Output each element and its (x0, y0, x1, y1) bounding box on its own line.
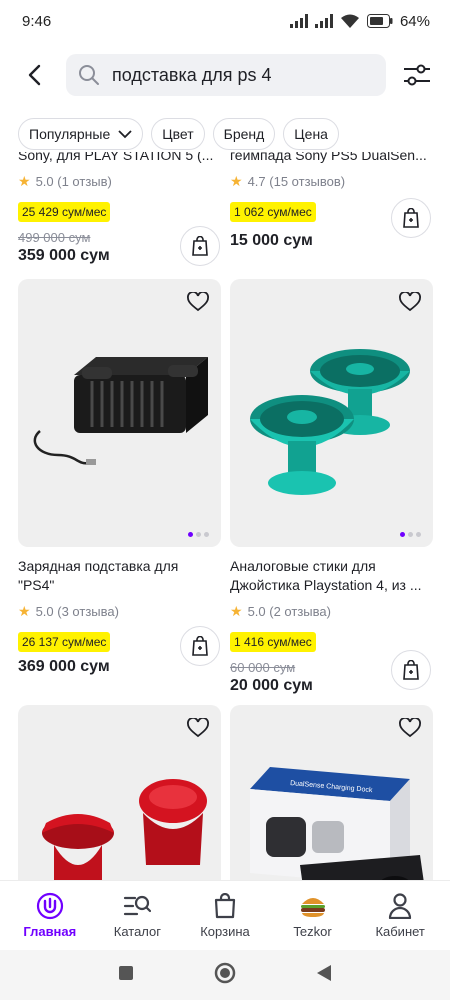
product-title-line: Зарядная подставка для (18, 558, 179, 574)
star-icon: ★ (18, 173, 31, 189)
add-to-cart-button[interactable] (180, 226, 220, 266)
product-title-line: Джойстика Playstation 4, из ... (230, 577, 422, 593)
bottom-navigation: Главная Каталог Корзина Tezkor Кабинет (0, 880, 450, 950)
add-to-cart-button[interactable] (180, 626, 220, 666)
installment-badge: 25 429 сум/мес (18, 202, 111, 222)
chip-price[interactable]: Цена (283, 118, 339, 150)
image-pager-dots (188, 532, 209, 537)
installment-badge: 26 137 сум/мес (18, 632, 111, 652)
search-bar[interactable] (66, 54, 386, 96)
home-icon (36, 892, 64, 920)
nav-tezkor[interactable]: Tezkor (273, 892, 353, 939)
nav-profile[interactable]: Кабинет (360, 892, 440, 939)
back-button[interactable] (18, 59, 50, 91)
battery-percent: 64% (399, 12, 430, 30)
burger-icon (299, 892, 327, 920)
wifi-icon (340, 14, 360, 29)
nav-catalog[interactable]: Каталог (97, 892, 177, 939)
battery-icon (366, 14, 393, 28)
rating-value: 5.0 (35, 174, 54, 189)
search-input[interactable] (112, 64, 372, 86)
chevron-left-icon (28, 64, 41, 86)
cart-add-icon (403, 660, 419, 680)
filter-settings-button[interactable] (400, 59, 434, 91)
nav-label: Кабинет (375, 924, 425, 939)
product-rating: ★ 5.0 (3 отзыва) (18, 603, 218, 620)
product-title: геймпада Sony PS5 DualSen... (230, 152, 427, 163)
product-title: Зарядная подставка для "PS4" (18, 557, 218, 595)
cart-icon (213, 892, 237, 920)
star-icon: ★ (230, 173, 243, 189)
product-title-line: Аналоговые стики для (230, 558, 376, 574)
nav-label: Каталог (113, 924, 162, 939)
chip-label: Цена (294, 126, 328, 142)
rating-value: 5.0 (247, 604, 266, 619)
favorite-heart-icon[interactable] (399, 717, 421, 739)
favorite-heart-icon[interactable] (187, 717, 209, 739)
product-rating: ★ 5.0 (2 отзыва) (230, 603, 435, 620)
review-count: (1 отзыв) (57, 174, 112, 189)
search-icon (76, 62, 102, 88)
add-to-cart-button[interactable] (391, 198, 431, 238)
product-title-line: "PS4" (18, 577, 55, 593)
favorite-heart-icon[interactable] (399, 291, 421, 313)
status-icons: 64% (289, 12, 430, 30)
rating-value: 4.7 (247, 174, 266, 189)
sliders-icon (404, 64, 430, 86)
review-count: (2 отзыва) (269, 604, 331, 619)
status-time: 9:46 (22, 12, 52, 30)
product-image[interactable]: DualSense Charging Dock (230, 705, 433, 880)
cart-add-icon (192, 236, 208, 256)
catalog-icon (123, 892, 152, 920)
product-grid: Sony, для PLAY STATION 5 (... ★ 5.0 (1 о… (0, 152, 450, 880)
teal-thumbsticks-image (250, 349, 410, 495)
installment-badge: 1 416 сум/мес (230, 632, 316, 652)
nav-label: Главная (23, 924, 77, 939)
cart-add-icon (192, 636, 208, 656)
nav-home[interactable]: Главная (10, 892, 90, 939)
star-icon: ★ (230, 603, 243, 619)
product-title: Sony, для PLAY STATION 5 (... (18, 152, 214, 163)
chip-color[interactable]: Цвет (151, 118, 205, 150)
review-count: (3 отзыва) (57, 604, 119, 619)
signal-icon-2 (314, 14, 333, 28)
chip-label: Бренд (223, 126, 265, 142)
search-header (0, 50, 450, 100)
product-rating: ★ 5.0 (1 отзыв) (18, 173, 223, 190)
review-count: (15 отзывов) (269, 174, 346, 189)
chip-label: Цвет (162, 126, 194, 142)
recent-apps-icon[interactable] (118, 965, 134, 986)
filter-chips: Популярные Цвет Бренд Цена (18, 118, 339, 150)
add-to-cart-button[interactable] (391, 650, 431, 690)
product-title: Аналоговые стики для Джойстика Playstati… (230, 557, 435, 595)
user-icon (388, 892, 412, 920)
chip-label: Популярные (29, 126, 111, 142)
signal-icon (289, 14, 308, 28)
status-bar: 9:46 64% (0, 0, 450, 42)
product-rating: ★ 4.7 (15 отзывов) (230, 173, 435, 190)
system-navigation (0, 950, 450, 1000)
image-pager-dots (400, 532, 421, 537)
installment-badge: 1 062 сум/мес (230, 202, 316, 222)
chip-sort-popular[interactable]: Популярные (18, 118, 144, 150)
nav-label: Корзина (200, 924, 250, 939)
product-image[interactable] (18, 279, 221, 547)
nav-label: Tezkor (293, 924, 332, 939)
rating-value: 5.0 (35, 604, 54, 619)
charging-stand-image (33, 357, 208, 465)
product-image[interactable] (230, 279, 433, 547)
home-circle-icon[interactable] (214, 962, 236, 989)
star-icon: ★ (18, 603, 31, 619)
chevron-down-icon (118, 129, 132, 139)
product-image[interactable] (18, 705, 221, 880)
chip-brand[interactable]: Бренд (212, 118, 276, 150)
favorite-heart-icon[interactable] (187, 291, 209, 313)
back-triangle-icon[interactable] (316, 964, 332, 987)
cart-add-icon (403, 208, 419, 228)
nav-cart[interactable]: Корзина (185, 892, 265, 939)
